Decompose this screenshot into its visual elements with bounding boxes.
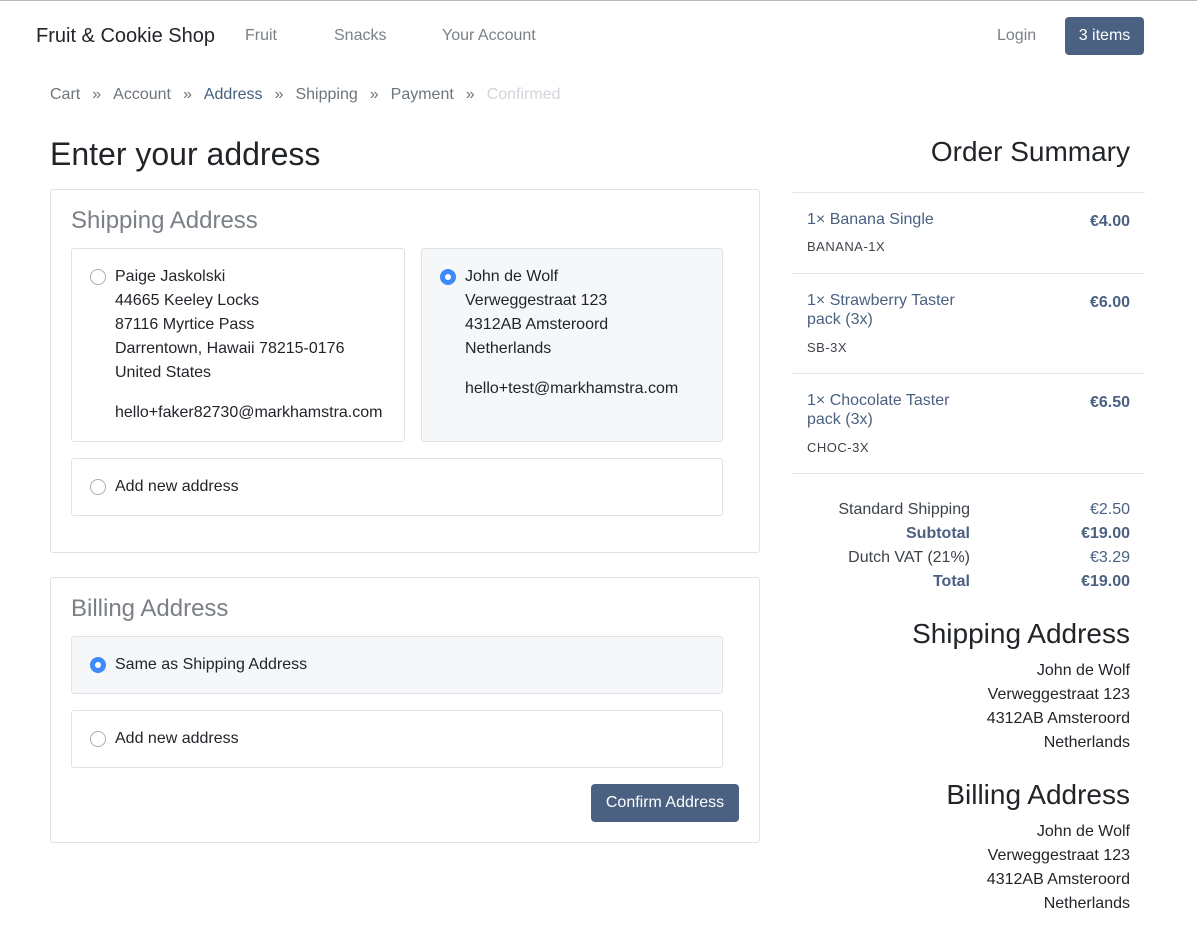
item-sku: CHOC-3X [807,440,870,455]
address-line: Verweggestraat 123 [987,686,1130,703]
address-line: 4312AB Amsteroord [986,710,1130,727]
shipping-address-option-paige[interactable]: Paige Jaskolski 44665 Keeley Locks 87116… [71,248,405,442]
address-line: Darrentown, Hawaii 78215-0176 [115,340,345,357]
summary-billing-address: John de Wolf Verweggestraat 123 4312AB A… [987,820,1130,916]
item-price: €4.00 [1089,213,1130,230]
item-name-link[interactable]: 1× Banana Single [807,210,977,229]
radio-button[interactable] [90,269,106,285]
address-block: John de Wolf Verweggestraat 123 4312AB A… [465,265,678,401]
page-title: Enter your address [50,136,321,172]
order-line-item: 1× Banana Single BANANA-1X €4.00 [792,192,1145,273]
item-name-link[interactable]: 1× Chocolate Taster pack (3x) [807,391,977,429]
radio-button-checked[interactable] [90,657,106,673]
totals-row-vat: Dutch VAT (21%) €3.29 [792,546,1145,570]
address-line: Netherlands [1043,895,1130,912]
order-line-item: 1× Strawberry Taster pack (3x) SB-3X €6.… [792,273,1145,373]
summary-shipping-address-heading: Shipping Address [912,618,1130,649]
address-block: Paige Jaskolski 44665 Keeley Locks 87116… [115,265,382,425]
same-as-shipping-label: Same as Shipping Address [115,656,308,673]
totals-label: Subtotal [906,525,970,542]
add-new-address-label: Add new address [115,730,239,747]
address-line: Netherlands [465,340,552,357]
nav-link-your-account[interactable]: Your Account [442,27,536,45]
login-link[interactable]: Login [997,27,1036,45]
address-line: Verweggestraat 123 [987,847,1130,864]
radio-button[interactable] [90,479,106,495]
item-name-link[interactable]: 1× Strawberry Taster pack (3x) [807,291,977,329]
radio-button-checked[interactable] [440,269,456,285]
breadcrumb: Cart » Account » Address » Shipping » Pa… [50,86,561,104]
divider [792,473,1145,474]
totals-row-shipping: Standard Shipping €2.50 [792,498,1145,522]
address-line: Paige Jaskolski [115,268,226,285]
totals-value: €19.00 [1081,525,1130,542]
nav-link-snacks[interactable]: Snacks [334,27,386,45]
address-email: hello+test@markhamstra.com [465,380,679,397]
navbar: Fruit & Cookie Shop Fruit Snacks Your Ac… [0,1,1197,71]
item-sku: SB-3X [807,340,848,355]
item-price: €6.50 [1089,394,1130,411]
address-line: 4312AB Amsteroord [986,871,1130,888]
shipping-address-heading: Shipping Address [71,207,258,234]
totals-label: Standard Shipping [838,501,970,518]
address-line: John de Wolf [465,268,559,285]
summary-billing-address-heading: Billing Address [946,779,1130,810]
item-sku: BANANA-1X [807,239,886,254]
item-price: €6.00 [1089,294,1130,311]
breadcrumb-separator: » [182,86,192,103]
breadcrumb-payment[interactable]: Payment [391,86,454,104]
nav-link-fruit[interactable]: Fruit [245,27,277,45]
address-line: John de Wolf [1036,662,1130,679]
totals-row-subtotal: Subtotal €19.00 [792,522,1145,546]
breadcrumb-separator: » [274,86,284,103]
billing-same-as-shipping-option[interactable]: Same as Shipping Address [71,636,723,694]
breadcrumb-separator: » [92,86,102,103]
totals-label: Dutch VAT (21%) [848,549,970,566]
address-line: 44665 Keeley Locks [115,292,260,309]
add-new-address-label: Add new address [115,478,239,495]
breadcrumb-cart[interactable]: Cart [50,86,80,104]
shipping-add-new-address-option[interactable]: Add new address [71,458,723,516]
address-email: hello+faker82730@markhamstra.com [115,404,383,421]
billing-address-heading: Billing Address [71,595,229,622]
shipping-address-card: Shipping Address Paige Jaskolski 44665 K… [50,189,760,553]
totals-value: €19.00 [1081,573,1130,590]
order-line-item: 1× Chocolate Taster pack (3x) CHOC-3X €6… [792,373,1145,473]
totals-value: €2.50 [1089,501,1130,518]
brand-logo-link[interactable]: Fruit & Cookie Shop [36,25,215,48]
billing-add-new-address-option[interactable]: Add new address [71,710,723,768]
breadcrumb-address[interactable]: Address [204,86,263,104]
breadcrumb-account[interactable]: Account [113,86,171,104]
order-summary-heading: Order Summary [930,136,1130,167]
breadcrumb-confirmed: Confirmed [486,86,561,103]
totals-row-total: Total €19.00 [792,570,1145,594]
breadcrumb-separator: » [369,86,379,103]
address-line: Verweggestraat 123 [465,292,608,309]
address-line: John de Wolf [1036,823,1130,840]
summary-shipping-address: John de Wolf Verweggestraat 123 4312AB A… [987,659,1130,755]
billing-address-card: Billing Address Same as Shipping Address… [50,577,760,843]
address-line: 87116 Myrtice Pass [115,316,255,333]
breadcrumb-shipping[interactable]: Shipping [295,86,357,104]
confirm-address-button[interactable]: Confirm Address [591,784,739,822]
address-line: 4312AB Amsteroord [465,316,609,333]
address-line: United States [115,364,212,381]
totals-value: €3.29 [1089,549,1130,566]
cart-button[interactable]: 3 items [1065,17,1144,55]
breadcrumb-separator: » [465,86,475,103]
shipping-address-option-john[interactable]: John de Wolf Verweggestraat 123 4312AB A… [421,248,723,442]
address-line: Netherlands [1043,734,1130,751]
order-totals: Standard Shipping €2.50 Subtotal €19.00 … [792,498,1145,594]
radio-button[interactable] [90,731,106,747]
totals-label: Total [932,573,970,590]
